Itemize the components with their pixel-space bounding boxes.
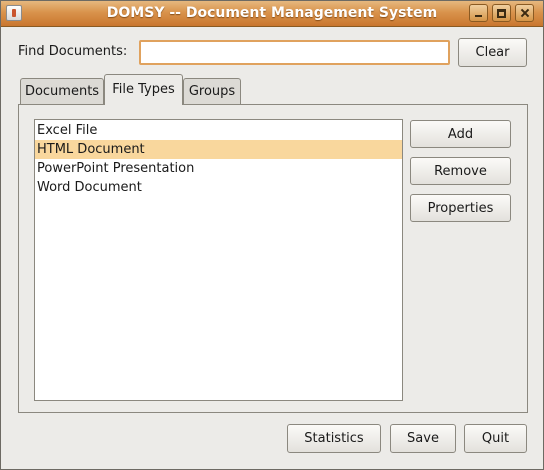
list-item[interactable]: Word Document: [35, 178, 402, 197]
quit-button[interactable]: Quit: [464, 424, 527, 453]
minimize-icon[interactable]: [469, 4, 488, 22]
list-item[interactable]: PowerPoint Presentation: [35, 159, 402, 178]
tab-file-types[interactable]: File Types: [104, 74, 183, 105]
save-button[interactable]: Save: [390, 424, 456, 453]
add-button[interactable]: Add: [410, 120, 511, 148]
list-item-selected[interactable]: HTML Document: [35, 140, 402, 159]
find-documents-input[interactable]: [139, 40, 450, 65]
tab-groups[interactable]: Groups: [183, 78, 241, 104]
tab-documents[interactable]: Documents: [20, 78, 104, 104]
file-types-list[interactable]: Excel File HTML Document PowerPoint Pres…: [34, 119, 403, 401]
properties-button[interactable]: Properties: [410, 194, 511, 222]
close-icon[interactable]: [515, 4, 534, 22]
clear-button[interactable]: Clear: [458, 38, 527, 67]
main-window: DOMSY -- Document Management System Find…: [0, 0, 544, 470]
remove-button[interactable]: Remove: [410, 157, 511, 185]
find-documents-label: Find Documents:: [18, 44, 128, 59]
statistics-button[interactable]: Statistics: [287, 424, 381, 453]
list-item[interactable]: Excel File: [35, 121, 402, 140]
window-title: DOMSY -- Document Management System: [106, 5, 438, 21]
title-bar[interactable]: DOMSY -- Document Management System: [1, 1, 543, 27]
maximize-icon[interactable]: [492, 4, 511, 22]
